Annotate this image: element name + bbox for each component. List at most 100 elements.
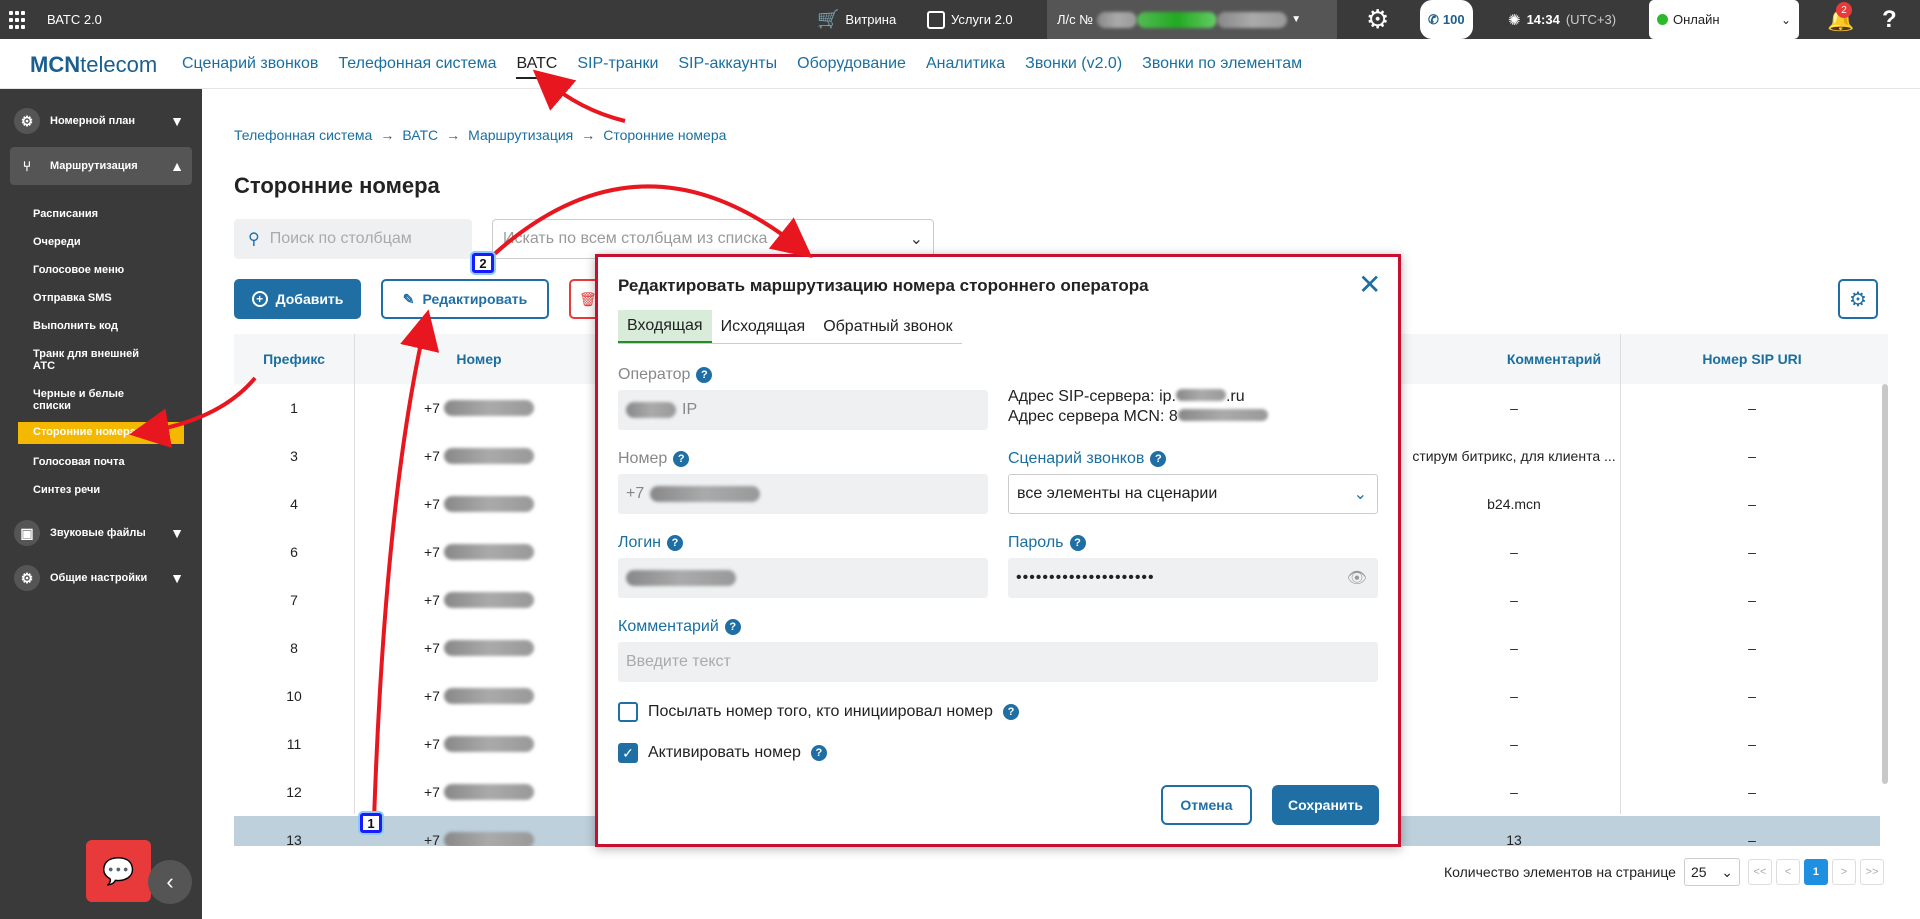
help-icon[interactable]: ? (724, 619, 741, 635)
sidebar-item-trunk[interactable]: Транк для внешней АТС (33, 348, 153, 372)
collapse-sidebar-icon[interactable]: ‹ (148, 860, 192, 904)
login-field[interactable] (618, 558, 988, 598)
header-sip-uri[interactable]: Номер SIP URI (1622, 334, 1882, 384)
check-icon[interactable]: ✓ (618, 743, 638, 763)
sidebar-group-label: Звуковые файлы (50, 527, 146, 539)
number-value: +7 (626, 485, 645, 502)
nav-vats[interactable]: ВАТС (516, 55, 558, 79)
breadcrumb: Телефонная система → ВАТС → Маршрутизация →… (234, 127, 726, 143)
send-initiator-checkbox[interactable]: Посылать номер того, кто инициировал ном… (618, 702, 1019, 722)
breadcrumb-phone-system[interactable]: Телефонная система (234, 127, 372, 143)
logo-part-a: MCN (30, 52, 81, 77)
account-selector[interactable]: Л/с № ▼ (1047, 0, 1337, 39)
checkbox-unchecked[interactable] (618, 702, 638, 722)
chat-icon[interactable]: 💬 (86, 840, 151, 902)
activate-label: Активировать номер (648, 744, 801, 761)
edit-button[interactable]: ✎ Редактировать (381, 279, 549, 319)
page-size-label: Количество элементов на странице (1444, 864, 1676, 880)
logo[interactable]: MCNtelecom (30, 52, 157, 78)
header-number[interactable]: Номер (354, 334, 604, 384)
page-size-select[interactable]: 25 ⌄ (1683, 858, 1740, 886)
page-last[interactable]: >> (1859, 859, 1884, 885)
breadcrumb-routing[interactable]: Маршрутизация (468, 127, 573, 143)
header-prefix[interactable]: Префикс (234, 334, 354, 384)
vitrina-link[interactable]: 🛒 Витрина (817, 0, 896, 39)
sidebar-item-voicemail[interactable]: Голосовая почта (33, 456, 183, 468)
cell-comment: – (1510, 688, 1518, 704)
online-dot-icon (1657, 14, 1668, 25)
scenario-select[interactable]: все элементы на сценарии ⌄ (1008, 474, 1378, 514)
sidebar-item-sms[interactable]: Отправка SMS (33, 292, 183, 304)
cell-number-text: +7 (424, 400, 440, 416)
status-select[interactable]: Онлайн ⌄ (1649, 0, 1799, 39)
cell-prefix: 10 (286, 688, 302, 704)
table-scrollbar[interactable] (1882, 384, 1888, 784)
sidebar-item-tts[interactable]: Синтез речи (33, 484, 183, 496)
sip-server-suffix: .ru (1225, 388, 1245, 405)
nav-sip-accounts[interactable]: SIP-аккаунты (678, 55, 777, 79)
number-blur (443, 784, 534, 800)
sidebar: ⚙ Номерной план ▼ ⑂ Маршрутизация ▲ Расп… (0, 89, 202, 919)
page-current[interactable]: 1 (1803, 859, 1828, 885)
sidebar-group-sound-files[interactable]: ▣ Звуковые файлы ▼ (10, 514, 192, 552)
sidebar-group-settings[interactable]: ⚙ Общие настройки ▼ (10, 559, 192, 597)
nav-phone-system[interactable]: Телефонная система (338, 55, 496, 79)
help-icon[interactable]: ? (1882, 0, 1897, 39)
add-button[interactable]: + Добавить (234, 279, 361, 319)
nav-equipment[interactable]: Оборудование (797, 55, 906, 79)
sip-server-label: Адрес SIP-сервера: ip. (1008, 388, 1176, 405)
nav-scenario[interactable]: Сценарий звонков (182, 55, 318, 79)
services-link[interactable]: Услуги 2.0 (927, 0, 1013, 39)
nav-analytics[interactable]: Аналитика (926, 55, 1005, 79)
sidebar-item-schedules[interactable]: Расписания (33, 208, 183, 220)
tab-outgoing[interactable]: Исходящая (712, 310, 815, 343)
eye-icon[interactable]: 👁 (1347, 568, 1368, 588)
nav-calls-v2[interactable]: Звонки (v2.0) (1025, 55, 1122, 79)
close-icon[interactable]: ✕ (1358, 271, 1381, 299)
save-button[interactable]: Сохранить (1272, 785, 1379, 825)
sidebar-group-routing[interactable]: ⑂ Маршрутизация ▲ (10, 147, 192, 185)
operator-value: IP (682, 401, 698, 418)
sidebar-item-ivr[interactable]: Голосовое меню (33, 264, 183, 276)
sidebar-item-third-party-numbers[interactable]: Сторонние номера (18, 422, 184, 444)
sidebar-item-queues[interactable]: Очереди (33, 236, 183, 248)
sidebar-item-lists[interactable]: Черные и белые списки (33, 388, 143, 412)
help-icon[interactable]: ? (1150, 451, 1167, 467)
mcn-server-blur (1177, 409, 1268, 421)
activate-checkbox[interactable]: ✓ Активировать номер ? (618, 743, 827, 763)
gear-icon: ⚙ (14, 108, 40, 134)
number-blur (443, 400, 534, 416)
page-next[interactable]: > (1831, 859, 1856, 885)
column-select[interactable]: Искать по всем столбцам из списка ⌄ (492, 219, 934, 259)
help-icon[interactable]: ? (667, 535, 684, 551)
nav-sip-trunks[interactable]: SIP-транки (577, 55, 658, 79)
help-icon[interactable]: ? (696, 367, 713, 383)
nav-calls-elements[interactable]: Звонки по элементам (1142, 55, 1302, 79)
password-field[interactable]: ••••••••••••••••••••• 👁 (1008, 558, 1378, 598)
comment-field[interactable]: Введите текст (618, 642, 1378, 682)
breadcrumb-current[interactable]: Сторонние номера (603, 127, 726, 143)
table-settings-icon[interactable]: ⚙ (1838, 279, 1878, 319)
gear-icon[interactable]: ⚙ (1366, 0, 1389, 39)
tab-incoming[interactable]: Входящая (618, 310, 712, 343)
number-field[interactable]: +7 (618, 474, 988, 514)
main-nav: MCNtelecom Сценарий звонков Телефонная с… (0, 39, 1920, 89)
help-icon[interactable]: ? (1069, 535, 1086, 551)
tab-callback[interactable]: Обратный звонок (814, 310, 961, 343)
cell-number: +7 (424, 384, 604, 432)
help-icon[interactable]: ? (810, 745, 827, 761)
operator-field[interactable]: IP (618, 390, 988, 430)
search-input[interactable]: ⚲ Поиск по столбцам (234, 219, 472, 259)
sip-server-blur (1175, 389, 1226, 401)
sidebar-group-number-plan[interactable]: ⚙ Номерной план ▼ (10, 102, 192, 140)
calls-badge[interactable]: ✆ 100 (1420, 0, 1473, 39)
page-prev[interactable]: < (1775, 859, 1800, 885)
breadcrumb-vats[interactable]: ВАТС (402, 127, 438, 143)
help-icon[interactable]: ? (673, 451, 690, 467)
apps-grid-icon[interactable] (8, 10, 28, 30)
cancel-button[interactable]: Отмена (1161, 785, 1252, 825)
cell-comment: – (1510, 736, 1518, 752)
help-icon[interactable]: ? (1002, 704, 1019, 720)
sidebar-item-code[interactable]: Выполнить код (33, 320, 183, 332)
page-first[interactable]: << (1747, 859, 1772, 885)
